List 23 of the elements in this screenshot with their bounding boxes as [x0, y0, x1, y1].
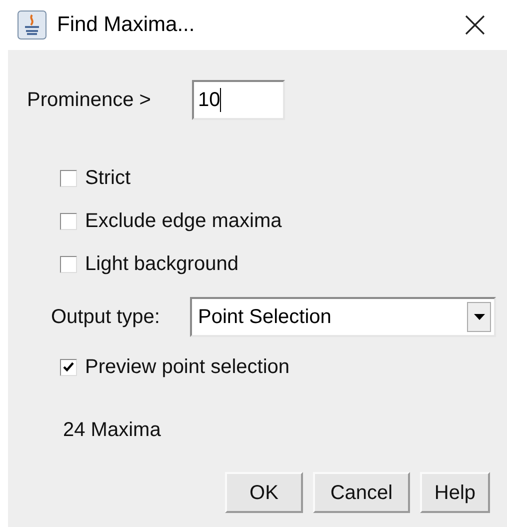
checkmark-icon [63, 362, 74, 372]
checkbox-label: Strict [85, 166, 131, 191]
checkbox[interactable] [60, 256, 77, 272]
checkbox-label: Exclude edge maxima [85, 209, 282, 234]
dialog-button[interactable]: Help [420, 472, 490, 513]
checkbox[interactable] [60, 170, 77, 186]
close-button[interactable] [463, 13, 487, 37]
window-title: Find Maxima... [57, 12, 195, 38]
checkbox[interactable] [60, 212, 77, 230]
checkbox[interactable] [60, 358, 77, 376]
maxima-count: 24 Maxima [63, 418, 161, 443]
dialog-button[interactable]: OK [225, 472, 303, 513]
dropdown-arrow-button[interactable] [467, 302, 491, 332]
checkbox-label: Preview point selection [85, 355, 290, 380]
checkbox-label: Light background [85, 252, 238, 277]
app-icon [17, 10, 47, 40]
dialog-button[interactable]: Cancel [313, 472, 410, 513]
caret-icon [474, 314, 484, 320]
close-icon [465, 15, 485, 35]
prominence-label: Prominence > [27, 88, 152, 113]
output-type-dropdown[interactable]: Point Selection [190, 297, 496, 337]
output-type-label: Output type: [51, 305, 161, 330]
prominence-field[interactable]: 10 [192, 80, 285, 120]
